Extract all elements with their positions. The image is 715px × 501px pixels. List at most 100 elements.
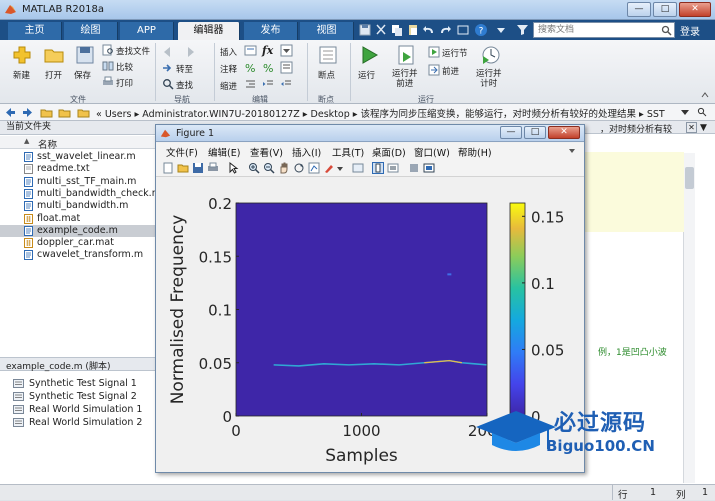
- increase-indent-icon[interactable]: [262, 78, 275, 91]
- insert-dropdown-icon[interactable]: [280, 44, 293, 57]
- figure-title-bar[interactable]: Figure 1 — □ ✕: [156, 125, 584, 142]
- editor-actions-icon[interactable]: ▼: [700, 123, 707, 133]
- uncomment-icon[interactable]: %: [262, 61, 275, 74]
- tab-view[interactable]: 视图: [300, 22, 354, 40]
- copy-icon[interactable]: [390, 23, 404, 37]
- file-row[interactable]: readme.txt: [0, 163, 158, 175]
- menu-dock-arrow-icon[interactable]: [568, 147, 576, 155]
- save-icon[interactable]: [358, 23, 372, 37]
- breadcrumb[interactable]: « Users ▸ Administrator.WIN7U-20180127Z …: [96, 106, 665, 120]
- decrease-indent-icon[interactable]: [280, 78, 293, 91]
- search-icon[interactable]: [661, 25, 672, 36]
- file-name: doppler_car.mat: [37, 237, 114, 249]
- link-plot-icon[interactable]: [352, 162, 364, 174]
- menu-file[interactable]: 文件(F): [166, 145, 198, 159]
- new-figure-icon[interactable]: [162, 162, 174, 174]
- up-folder-icon[interactable]: [40, 106, 53, 119]
- tab-editor[interactable]: 编辑器: [178, 22, 240, 40]
- comment-button[interactable]: 注释: [220, 63, 237, 75]
- rotate-3d-icon[interactable]: [293, 162, 305, 174]
- menu-tools[interactable]: 工具(T): [332, 145, 364, 159]
- menu-desktop[interactable]: 桌面(D): [372, 145, 406, 159]
- close-tab-icon[interactable]: ✕: [686, 122, 697, 133]
- status-divider: [612, 485, 613, 500]
- figure-close-button[interactable]: ✕: [548, 126, 580, 139]
- brush-icon[interactable]: [323, 162, 335, 174]
- colorbar[interactable]: [509, 202, 526, 417]
- menu-window[interactable]: 窗口(W): [414, 145, 450, 159]
- column-header[interactable]: ▲ 名称: [0, 136, 158, 151]
- pan-hand-icon[interactable]: [278, 162, 290, 174]
- tab-plots[interactable]: 绘图: [64, 22, 118, 40]
- forward-arrow-icon[interactable]: [21, 106, 34, 119]
- section-item[interactable]: Real World Simulation 1: [0, 403, 158, 416]
- file-row[interactable]: cwavelet_transform.m: [0, 249, 158, 261]
- login-button[interactable]: 登录: [680, 23, 700, 38]
- insert-section-icon[interactable]: [244, 44, 257, 57]
- paste-icon[interactable]: [406, 23, 420, 37]
- redo-icon[interactable]: [438, 23, 452, 37]
- section-item[interactable]: Synthetic Test Signal 2: [0, 390, 158, 403]
- menu-insert[interactable]: 插入(I): [292, 145, 321, 159]
- search-folder-icon[interactable]: [697, 107, 707, 117]
- undo-icon[interactable]: [422, 23, 436, 37]
- chevron-down-icon[interactable]: [680, 107, 690, 117]
- select-arrow-icon[interactable]: [228, 162, 240, 174]
- insert-legend-icon[interactable]: [387, 162, 399, 174]
- zoom-out-icon[interactable]: [263, 162, 275, 174]
- brush-dropdown-icon[interactable]: [336, 162, 344, 174]
- fx-icon[interactable]: fx: [262, 44, 273, 57]
- quick-access-dropdown-icon[interactable]: [494, 23, 508, 37]
- file-row[interactable]: example_code.m: [0, 224, 158, 238]
- section-item[interactable]: Real World Simulation 2: [0, 416, 158, 429]
- zoom-in-icon[interactable]: [248, 162, 260, 174]
- open-file-icon[interactable]: [177, 162, 189, 174]
- name-column-header[interactable]: 名称: [38, 137, 57, 151]
- print-figure-icon[interactable]: [207, 162, 219, 174]
- back-nav-icon[interactable]: [162, 44, 178, 60]
- smart-indent-icon[interactable]: [244, 78, 257, 91]
- hide-plot-tools-icon[interactable]: [408, 162, 420, 174]
- figure-minimize-button[interactable]: —: [500, 126, 522, 139]
- tab-home[interactable]: 主页: [8, 22, 62, 40]
- forward-nav-icon[interactable]: [180, 44, 196, 60]
- minimize-button[interactable]: —: [627, 2, 651, 17]
- filter-icon[interactable]: [516, 23, 529, 36]
- watermark-title: 必过源码: [554, 411, 647, 436]
- file-row[interactable]: multi_bandwidth.m: [0, 200, 158, 212]
- y-axis-label: Normalised Frequency: [168, 215, 188, 405]
- figure-maximize-button[interactable]: □: [524, 126, 546, 139]
- data-cursor-icon[interactable]: [308, 162, 320, 174]
- switch-windows-icon[interactable]: [456, 23, 470, 37]
- indent-button[interactable]: 缩进: [220, 80, 237, 92]
- file-row[interactable]: doppler_car.mat: [0, 237, 158, 249]
- section-label: Synthetic Test Signal 1: [29, 378, 137, 389]
- tab-apps[interactable]: APP: [120, 22, 174, 40]
- save-figure-icon[interactable]: [192, 162, 204, 174]
- insert-button[interactable]: 插入: [220, 46, 237, 58]
- file-row[interactable]: float.mat: [0, 213, 158, 225]
- m-file-icon: [24, 201, 33, 212]
- section-item[interactable]: Synthetic Test Signal 1: [0, 377, 158, 390]
- maximize-button[interactable]: □: [653, 2, 677, 17]
- show-plot-tools-icon[interactable]: [423, 162, 435, 174]
- wrap-comments-icon[interactable]: [280, 61, 293, 74]
- menu-edit[interactable]: 编辑(E): [208, 145, 240, 159]
- back-arrow-icon[interactable]: [4, 106, 17, 119]
- heatmap-background: [236, 203, 487, 416]
- tab-publish[interactable]: 发布: [244, 22, 298, 40]
- menu-view[interactable]: 查看(V): [250, 145, 283, 159]
- menu-help[interactable]: 帮助(H): [458, 145, 492, 159]
- cut-icon[interactable]: [374, 23, 388, 37]
- search-documentation-input[interactable]: 搜索文档: [533, 22, 675, 38]
- scrollbar-thumb[interactable]: [685, 167, 694, 189]
- file-row[interactable]: sst_wavelet_linear.m: [0, 151, 158, 163]
- insert-colorbar-icon[interactable]: [372, 162, 384, 174]
- help-icon[interactable]: ?: [474, 23, 488, 37]
- file-row[interactable]: multi_sst_TF_main.m: [0, 176, 158, 188]
- file-row[interactable]: multi_bandwidth_check.m: [0, 188, 161, 200]
- browse-folder-icon[interactable]: [58, 106, 71, 119]
- close-button[interactable]: ✕: [679, 2, 711, 17]
- collapse-ribbon-icon[interactable]: [700, 90, 710, 100]
- comment-icon[interactable]: %: [244, 61, 257, 74]
